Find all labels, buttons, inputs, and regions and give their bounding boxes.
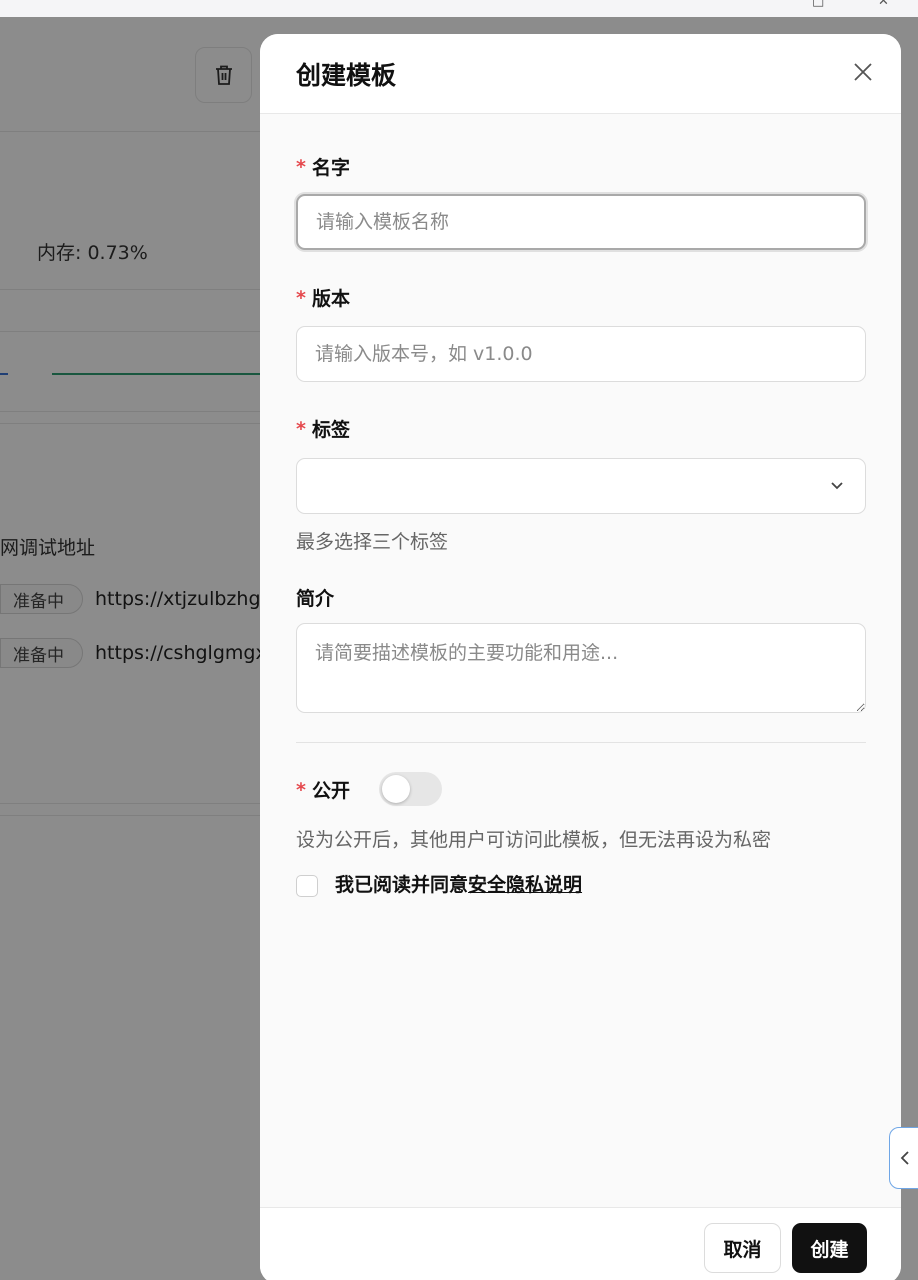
name-label: * 名字 [296, 153, 350, 180]
agreement-checkbox[interactable] [296, 875, 318, 897]
create-button[interactable]: 创建 [792, 1223, 867, 1273]
description-label-text: 简介 [296, 588, 335, 610]
chevron-left-icon [900, 1151, 909, 1165]
tags-label-text: 标签 [311, 419, 350, 441]
public-toggle[interactable] [379, 772, 442, 806]
side-panel-toggle[interactable] [889, 1127, 918, 1189]
required-mark: * [296, 155, 306, 178]
dialog-footer: 取消 创建 [260, 1207, 901, 1280]
privacy-policy-link[interactable]: 安全隐私说明 [468, 874, 582, 896]
description-label: 简介 [296, 584, 334, 611]
close-button[interactable] [847, 56, 879, 88]
version-label: * 版本 [296, 284, 350, 311]
tags-help-text: 最多选择三个标签 [296, 531, 449, 553]
name-input[interactable] [296, 194, 866, 250]
version-label-text: 版本 [311, 288, 350, 310]
window-top-strip: □ ✕ [0, 0, 918, 17]
required-mark: * [296, 778, 306, 801]
create-template-dialog: 创建模板 * 名字 * 版本 * 标签 最多选择三个标签 简介 * 公开 [260, 34, 901, 1280]
agreement-text: 我已阅读并同意安全隐私说明 [335, 870, 582, 897]
required-mark: * [296, 286, 306, 309]
public-label-text: 公开 [311, 780, 350, 802]
public-help-text: 设为公开后，其他用户可访问此模板，但无法再设为私密 [296, 829, 772, 851]
tags-label: * 标签 [296, 415, 350, 442]
section-divider [296, 742, 866, 743]
description-textarea[interactable] [296, 623, 866, 713]
cancel-button[interactable]: 取消 [704, 1223, 781, 1273]
dialog-header: 创建模板 [260, 34, 901, 114]
chevron-down-icon [831, 482, 843, 490]
agreement-prefix: 我已阅读并同意 [335, 874, 469, 896]
toggle-knob [382, 775, 410, 803]
name-label-text: 名字 [311, 157, 350, 179]
window-copy-icon[interactable]: □ [812, 0, 824, 9]
version-input[interactable] [296, 326, 866, 382]
required-mark: * [296, 417, 306, 440]
window-close-icon[interactable]: ✕ [878, 0, 889, 9]
public-label: * 公开 [296, 776, 350, 803]
tags-select[interactable] [296, 458, 866, 514]
dialog-title: 创建模板 [296, 61, 397, 90]
close-icon [854, 63, 872, 81]
